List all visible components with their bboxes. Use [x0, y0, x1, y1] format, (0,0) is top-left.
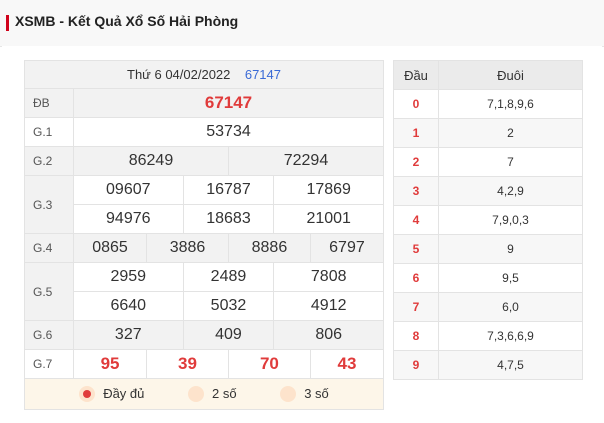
loto-row: 8 7,3,6,6,9: [393, 321, 583, 351]
loto-tails: 7,3,6,6,9: [438, 321, 583, 351]
title-accent-bar: [6, 15, 9, 31]
loto-tails: 7,1,8,9,6: [438, 89, 583, 119]
loto-table: Đầu Đuôi 0 7,1,8,9,6 12 27 3 4,2,9 4 7,9,0,…: [393, 60, 583, 380]
prize-label: G.2: [24, 146, 74, 176]
prize-number: 2959: [73, 262, 184, 292]
prize-number: 6797: [309, 233, 385, 263]
prize-number: 4912: [273, 291, 384, 321]
loto-row: 4 7,9,0,3: [393, 205, 583, 235]
loto-head: 2: [393, 147, 439, 177]
loto-head: 3: [393, 176, 439, 206]
prize-row-g5: 6640 5032 4912: [25, 291, 384, 321]
prize-number: 17869: [273, 175, 384, 205]
loto-tails: 9,5: [438, 263, 583, 293]
prize-number: 3886: [146, 233, 229, 263]
option-2-digits[interactable]: 2 số: [188, 386, 237, 403]
page-header: XSMB - Kết Quả Xổ Số Hải Phòng: [0, 0, 604, 47]
prize-number: 2489: [182, 262, 275, 292]
results-table: Thứ 6 04/02/2022 67147 ĐB 67147 G.1 5373…: [24, 60, 385, 410]
loto-row: 6 9,5: [393, 263, 583, 293]
option-3-digits[interactable]: 3 số: [280, 386, 329, 403]
prize-number: 327: [73, 320, 184, 350]
loto-tails: 4,2,9: [438, 176, 583, 206]
option-label: 3 số: [304, 385, 329, 401]
prize-number: 18683: [182, 204, 275, 234]
loto-tails: 7,9,0,3: [438, 205, 583, 235]
prize-number: 72294: [227, 146, 385, 176]
date-row: Thứ 6 04/02/2022 67147: [24, 60, 384, 89]
loto-tails: 2: [438, 118, 583, 148]
prize-number: 94976: [73, 204, 184, 234]
option-label: Đầy đủ: [103, 385, 145, 401]
option-full[interactable]: Đầy đủ: [79, 386, 144, 403]
loto-tails: 7: [438, 147, 583, 177]
prize-row-db: ĐB 67147: [24, 88, 384, 118]
loto-head: 0: [393, 89, 439, 119]
prize-number: 53734: [73, 117, 384, 147]
prize-label: G.7: [24, 349, 74, 379]
loto-row: 27: [393, 147, 583, 177]
page-title: XSMB - Kết Quả Xổ Số Hải Phòng: [15, 13, 239, 29]
prize-number: 7808: [273, 262, 384, 292]
prize-number: 43: [309, 349, 385, 379]
loto-row: 7 6,0: [393, 292, 583, 322]
prize-number: 09607: [73, 175, 184, 205]
prize-number: 8886: [227, 233, 311, 263]
prize-label: G.1: [24, 117, 74, 147]
prize-label: G.5: [24, 262, 74, 321]
radio-icon[interactable]: [280, 386, 297, 403]
loto-head: 7: [393, 292, 439, 322]
prize-number: 86249: [73, 146, 229, 176]
loto-header-row: Đầu Đuôi: [393, 60, 583, 90]
prize-number: 0865: [72, 233, 148, 263]
display-options: Đầy đủ 2 số 3 số: [24, 378, 384, 410]
radio-icon[interactable]: [188, 386, 205, 403]
loto-row: 9 4,7,5: [393, 350, 583, 380]
draw-date: Thứ 6 04/02/2022: [127, 67, 231, 82]
loto-row: 0 7,1,8,9,6: [393, 89, 583, 119]
loto-head: 9: [393, 350, 439, 380]
loto-row: 3 4,2,9: [393, 176, 583, 206]
display-options-row: Đầy đủ 2 số 3 số: [24, 378, 384, 410]
special-prize: 67147: [73, 88, 384, 118]
loto-tails: 9: [438, 234, 583, 264]
loto-tails: 4,7,5: [438, 350, 583, 380]
prize-row-g6: G.6 327 409 806: [24, 320, 384, 350]
prize-number: 806: [273, 320, 384, 350]
prize-row-g3: 94976 18683 21001: [25, 204, 384, 234]
loto-head: 4: [393, 205, 439, 235]
prize-number: 95: [72, 349, 148, 379]
prize-label: ĐB: [24, 88, 74, 118]
prize-row-g5: G.5 2959 2489 7808: [24, 262, 384, 321]
head-column-header: Đầu: [393, 60, 439, 90]
prize-number: 409: [182, 320, 275, 350]
prize-row-g3: G.3 09607 16787 17869: [24, 175, 384, 234]
tail-column-header: Đuôi: [438, 60, 583, 90]
loto-head: 6: [393, 263, 439, 293]
prize-label: G.4: [24, 233, 74, 263]
draw-id-link[interactable]: 67147: [245, 67, 281, 82]
prize-row-g2: G.2 86249 72294: [24, 146, 385, 176]
prize-number: 6640: [73, 291, 184, 321]
prize-number: 39: [146, 349, 229, 379]
prize-label: G.3: [24, 175, 74, 234]
radio-selected-icon[interactable]: [79, 386, 96, 403]
loto-head: 5: [393, 234, 439, 264]
loto-row: 12: [393, 118, 583, 148]
loto-tails: 6,0: [438, 292, 583, 322]
prize-row-g1: G.1 53734: [24, 117, 384, 147]
prize-label: G.6: [24, 320, 74, 350]
option-label: 2 số: [212, 385, 237, 401]
loto-head: 8: [393, 321, 439, 351]
loto-head: 1: [393, 118, 439, 148]
prize-number: 21001: [273, 204, 384, 234]
prize-row-g7: G.7 95 39 70 43: [24, 349, 385, 379]
prize-number: 70: [227, 349, 311, 379]
loto-row: 59: [393, 234, 583, 264]
date-cell: Thứ 6 04/02/2022 67147: [24, 60, 384, 89]
prize-number: 16787: [182, 175, 275, 205]
prize-number: 5032: [182, 291, 275, 321]
prize-row-g4: G.4 0865 3886 8886 6797: [24, 233, 385, 263]
